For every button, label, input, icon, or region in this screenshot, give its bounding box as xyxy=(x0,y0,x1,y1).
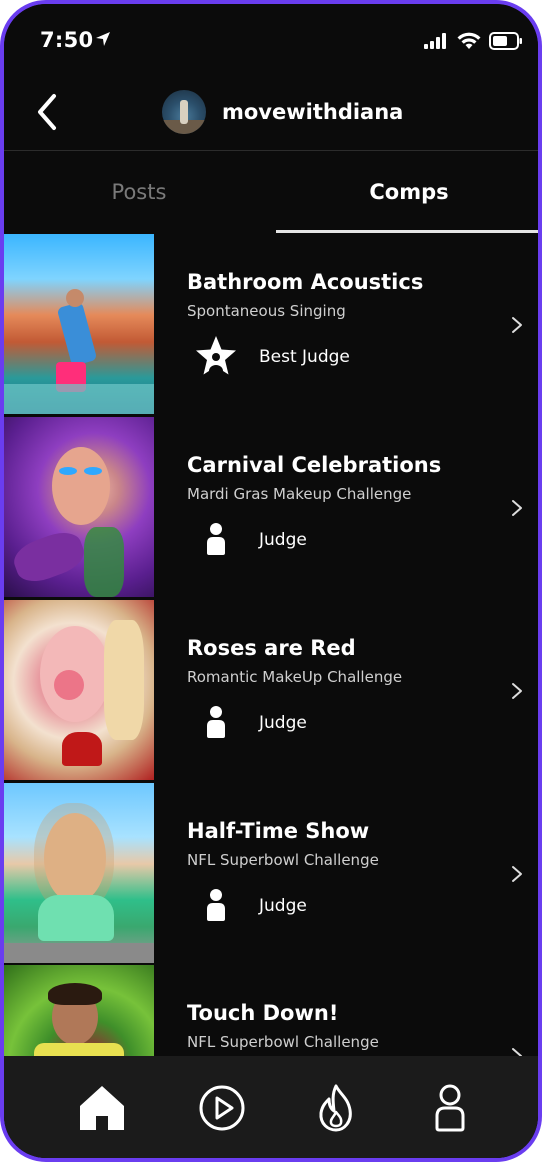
profile-header: movewithdiana xyxy=(4,74,538,150)
star-judge-icon xyxy=(196,336,236,375)
comp-role: Judge xyxy=(259,530,307,550)
list-item[interactable]: Bathroom Acoustics Spontaneous Singing B… xyxy=(4,234,538,416)
tab-comps[interactable]: Comps xyxy=(274,151,538,233)
comp-subtitle: Mardi Gras Makeup Challenge xyxy=(187,485,412,503)
list-item[interactable]: Touch Down! NFL Superbowl Challenge xyxy=(4,965,538,1056)
comp-thumbnail xyxy=(4,234,154,414)
comp-role: Judge xyxy=(259,713,307,733)
comps-list: Bathroom Acoustics Spontaneous Singing B… xyxy=(4,234,538,1056)
chevron-right-icon xyxy=(512,500,522,516)
chevron-right-icon xyxy=(512,317,522,333)
flame-icon[interactable] xyxy=(310,1082,362,1134)
comp-role: Judge xyxy=(259,896,307,916)
chevron-right-icon xyxy=(512,683,522,699)
active-tab-indicator xyxy=(276,230,538,233)
comp-thumbnail xyxy=(4,965,154,1056)
list-item[interactable]: Half-Time Show NFL Superbowl Challenge J… xyxy=(4,783,538,965)
person-icon xyxy=(207,889,225,921)
comp-subtitle: Spontaneous Singing xyxy=(187,302,346,320)
chevron-right-icon xyxy=(512,1048,522,1056)
comp-subtitle: Romantic MakeUp Challenge xyxy=(187,668,403,686)
comp-subtitle: NFL Superbowl Challenge xyxy=(187,1033,379,1051)
status-bar: 7:50 xyxy=(4,4,538,74)
comp-title: Carnival Celebrations xyxy=(187,453,442,477)
location-arrow-icon xyxy=(96,32,110,46)
wifi-icon xyxy=(457,32,481,49)
comp-thumbnail xyxy=(4,783,154,963)
comp-thumbnail xyxy=(4,600,154,780)
person-icon xyxy=(207,706,225,738)
phone-frame: 7:50 movewithdiana Posts Comps Bathroom … xyxy=(0,0,542,1162)
tab-bar: Posts Comps xyxy=(4,151,538,233)
avatar[interactable] xyxy=(162,90,206,134)
status-time: 7:50 xyxy=(40,28,94,52)
person-icon xyxy=(207,523,225,555)
comp-title: Roses are Red xyxy=(187,636,356,660)
tab-posts[interactable]: Posts xyxy=(4,151,274,233)
list-item[interactable]: Roses are Red Romantic MakeUp Challenge … xyxy=(4,600,538,782)
play-icon[interactable] xyxy=(196,1082,248,1134)
back-chevron-icon[interactable] xyxy=(34,92,62,132)
battery-icon xyxy=(489,32,522,50)
bottom-nav-bar xyxy=(4,1056,538,1158)
comp-title: Half-Time Show xyxy=(187,819,370,843)
profile-icon[interactable] xyxy=(424,1082,476,1134)
list-item[interactable]: Carnival Celebrations Mardi Gras Makeup … xyxy=(4,417,538,599)
comp-title: Bathroom Acoustics xyxy=(187,270,424,294)
comp-title: Touch Down! xyxy=(187,1001,339,1025)
username: movewithdiana xyxy=(222,100,404,124)
comp-role: Best Judge xyxy=(259,347,350,367)
comp-thumbnail xyxy=(4,417,154,597)
comp-subtitle: NFL Superbowl Challenge xyxy=(187,851,379,869)
signal-icon xyxy=(424,33,446,49)
home-icon[interactable] xyxy=(76,1082,128,1134)
screen: 7:50 movewithdiana Posts Comps Bathroom … xyxy=(4,4,538,1158)
chevron-right-icon xyxy=(512,866,522,882)
